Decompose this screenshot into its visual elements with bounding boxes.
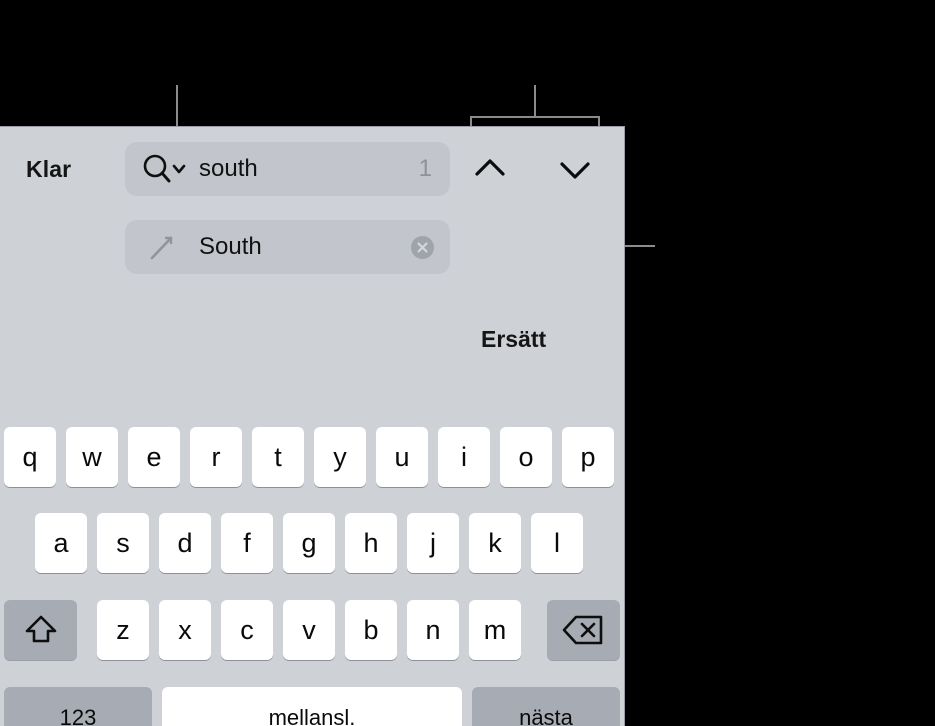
match-count: 1	[418, 155, 432, 182]
key-q[interactable]: q	[4, 427, 56, 487]
key-l[interactable]: l	[531, 513, 583, 573]
key-g[interactable]: g	[283, 513, 335, 573]
key-c[interactable]: c	[221, 600, 273, 660]
key-r[interactable]: r	[190, 427, 242, 487]
key-h[interactable]: h	[345, 513, 397, 573]
key-d[interactable]: d	[159, 513, 211, 573]
key-a[interactable]: a	[35, 513, 87, 573]
replace-button[interactable]: Ersätt	[481, 326, 546, 353]
search-input[interactable]: south 1	[125, 142, 450, 196]
next-match-button[interactable]	[553, 150, 597, 188]
callout-line-navigation-stem	[534, 85, 536, 118]
key-v[interactable]: v	[283, 600, 335, 660]
keyboard-panel: Klar south 1 South Ersätt q w e r t y u …	[0, 126, 625, 726]
key-n[interactable]: n	[407, 600, 459, 660]
find-bar: Klar south 1	[0, 142, 625, 198]
search-icon[interactable]	[141, 153, 191, 185]
replace-input-value: South	[199, 233, 262, 260]
shift-key[interactable]	[4, 600, 77, 660]
key-u[interactable]: u	[376, 427, 428, 487]
numeric-key[interactable]: 123	[4, 687, 152, 726]
key-j[interactable]: j	[407, 513, 459, 573]
key-w[interactable]: w	[66, 427, 118, 487]
replace-input[interactable]: South	[125, 220, 450, 274]
shift-arrow-up-icon	[25, 615, 56, 643]
return-key[interactable]: nästa	[472, 687, 620, 726]
backspace-key[interactable]	[547, 600, 620, 660]
key-b[interactable]: b	[345, 600, 397, 660]
key-o[interactable]: o	[500, 427, 552, 487]
key-m[interactable]: m	[469, 600, 521, 660]
pencil-icon	[147, 233, 177, 263]
done-button[interactable]: Klar	[26, 156, 71, 183]
space-key[interactable]: mellansl.	[162, 687, 462, 726]
replace-bar: South Ersätt	[0, 220, 625, 352]
key-i[interactable]: i	[438, 427, 490, 487]
previous-match-button[interactable]	[468, 150, 512, 188]
search-input-value: south	[199, 155, 258, 182]
key-z[interactable]: z	[97, 600, 149, 660]
key-p[interactable]: p	[562, 427, 614, 487]
key-s[interactable]: s	[97, 513, 149, 573]
key-f[interactable]: f	[221, 513, 273, 573]
clear-icon[interactable]	[411, 236, 434, 259]
key-x[interactable]: x	[159, 600, 211, 660]
delete-left-icon	[562, 615, 602, 645]
key-y[interactable]: y	[314, 427, 366, 487]
key-k[interactable]: k	[469, 513, 521, 573]
callout-line-navigation-bar	[470, 116, 600, 118]
key-t[interactable]: t	[252, 427, 304, 487]
key-e[interactable]: e	[128, 427, 180, 487]
screenshot-root: Klar south 1 South Ersätt q w e r t y u …	[0, 0, 935, 726]
